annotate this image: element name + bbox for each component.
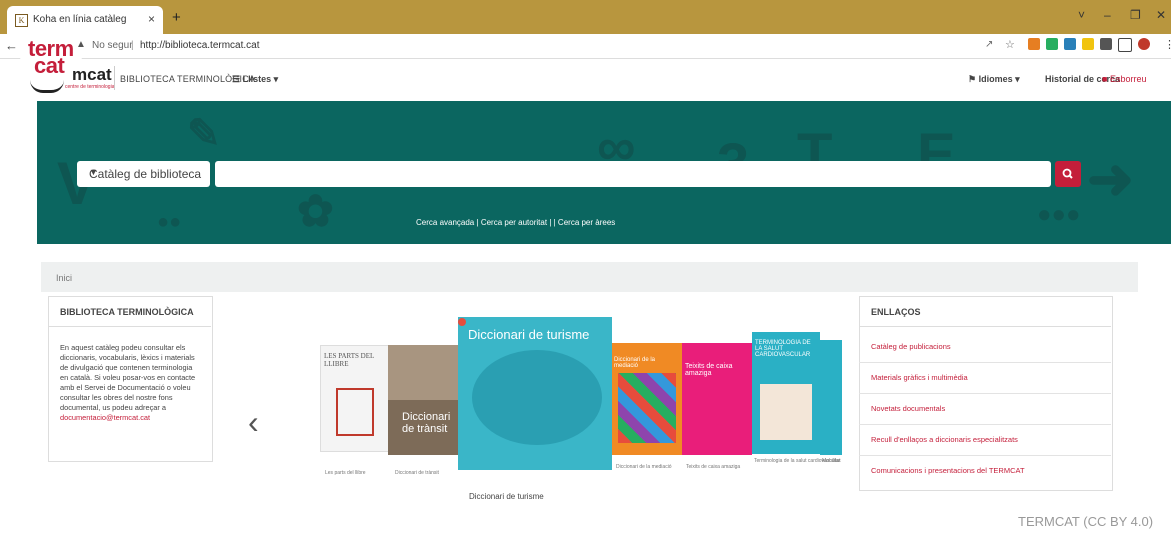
link-multimedia[interactable]: Materials gràfics i multimèdia bbox=[859, 362, 1111, 394]
languages-label: Idiomes bbox=[978, 74, 1013, 84]
book-caption[interactable]: Teixits de caixa amaziga bbox=[686, 464, 740, 470]
email-link[interactable]: documentacio@termcat.cat bbox=[60, 413, 150, 422]
extension-icon[interactable] bbox=[1046, 38, 1058, 50]
book-caption[interactable]: Les parts del llibre bbox=[325, 470, 366, 476]
not-secure-label: No segur bbox=[92, 40, 133, 51]
link-dictionaries[interactable]: Recull d'enllaços a diccionaris especial… bbox=[859, 424, 1111, 456]
book-title: TERMINOLOGIA DE LA SALUT CARDIOVASCULAR bbox=[755, 340, 811, 358]
nav-divider bbox=[114, 66, 115, 90]
menu-icon[interactable]: ⋮ bbox=[1164, 38, 1171, 51]
search-button[interactable] bbox=[1055, 161, 1081, 187]
breadcrumb bbox=[41, 262, 1138, 292]
extension-icon[interactable] bbox=[1028, 38, 1040, 50]
book-cover[interactable]: Teixits de caixa amaziga bbox=[682, 343, 752, 455]
list-icon: ☰ bbox=[232, 74, 241, 84]
book-cover[interactable]: TERMINOLOGIA DE LA SALUT CARDIOVASCULAR bbox=[752, 332, 820, 454]
link-label: Materials gràfics i multimèdia bbox=[871, 373, 968, 382]
maximize-icon[interactable]: ❐ bbox=[1130, 8, 1141, 22]
book-cover[interactable]: LES PARTS DEL LLIBRE bbox=[320, 345, 390, 452]
window-close-icon[interactable]: ✕ bbox=[1156, 8, 1166, 22]
search-links: Cerca avançada | Cerca per autoritat | |… bbox=[416, 218, 615, 227]
back-arrow-icon[interactable]: ← bbox=[5, 38, 18, 53]
url-text[interactable]: http://biblioteca.termcat.cat bbox=[140, 40, 260, 51]
book-title: Diccionari de trànsit bbox=[402, 411, 451, 435]
book-caption[interactable]: Diccionari de trànsit bbox=[395, 470, 439, 476]
extension-icon[interactable] bbox=[1082, 38, 1094, 50]
browser-tab[interactable]: K Koha en línia catàleg × bbox=[7, 6, 163, 34]
link-publications[interactable]: Catàleg de publicacions bbox=[859, 331, 1111, 363]
featured-book-title: Diccionari de turisme bbox=[468, 327, 590, 342]
koha-favicon-icon: K bbox=[15, 14, 28, 27]
link-label: Novetats documentals bbox=[871, 404, 946, 413]
logo-swoosh bbox=[30, 80, 64, 93]
new-tab-button[interactable]: + bbox=[172, 9, 181, 26]
logo-subtitle: centre de terminologia bbox=[65, 84, 115, 90]
authority-search-link[interactable]: Cerca per autoritat bbox=[481, 218, 547, 227]
carousel-prev-button[interactable]: ‹ bbox=[248, 406, 259, 438]
chevron-down-icon: ▾ bbox=[273, 74, 279, 84]
tab-title: Koha en línia catàleg bbox=[33, 14, 127, 25]
link-communications[interactable]: Comunicacions i presentacions del TERMCA… bbox=[859, 455, 1111, 486]
link-separator: | | bbox=[549, 218, 558, 227]
book-cover[interactable]: Diccionari de la mediació bbox=[612, 343, 682, 455]
profile-avatar-icon[interactable] bbox=[1138, 38, 1150, 50]
extension-icon[interactable] bbox=[1064, 38, 1076, 50]
address-separator: | bbox=[131, 40, 134, 51]
lists-menu[interactable]: ☰ Llistes ▾ bbox=[232, 74, 278, 85]
about-text: En aquest catàleg podeu consultar els di… bbox=[60, 343, 196, 412]
tab-close-icon[interactable]: × bbox=[148, 12, 155, 26]
languages-menu[interactable]: ⚑ Idiomes ▾ bbox=[968, 74, 1020, 85]
link-label: Comunicacions i presentacions del TERMCA… bbox=[871, 466, 1025, 475]
areas-search-link[interactable]: Cerca per àrees bbox=[558, 218, 615, 227]
advanced-search-link[interactable]: Cerca avançada bbox=[416, 218, 474, 227]
book-title: LES PARTS DEL LLIBRE bbox=[324, 352, 375, 368]
puzzle-icon[interactable] bbox=[1100, 38, 1112, 50]
sidebar-icon[interactable] bbox=[1118, 38, 1132, 52]
share-icon[interactable]: ↗ bbox=[985, 39, 993, 50]
badge-icon bbox=[458, 318, 466, 326]
book-title: Teixits de caixa amaziga bbox=[685, 363, 733, 377]
link-label: Recull d'enllaços a diccionaris especial… bbox=[871, 435, 1018, 444]
about-panel-title: BIBLIOTECA TERMINOLÒGICA bbox=[60, 307, 194, 317]
chevron-down-icon: ▼ bbox=[89, 167, 98, 177]
featured-book-caption[interactable]: Diccionari de turisme bbox=[469, 492, 544, 501]
catalog-select[interactable]: Catàleg de biblioteca ▼ bbox=[77, 161, 210, 187]
termcat-logo-cat: cat bbox=[34, 53, 65, 78]
link-label: Catàleg de publicacions bbox=[871, 342, 951, 351]
book-caption[interactable]: Diccionari de la mediació bbox=[616, 464, 672, 470]
breadcrumb-home[interactable]: Inici bbox=[56, 273, 72, 283]
book-caption[interactable]: Mobilitat bbox=[822, 458, 841, 464]
minimize-icon[interactable]: – bbox=[1104, 8, 1111, 22]
clear-label: Esborreu bbox=[1109, 74, 1147, 84]
chevron-down-icon: ▾ bbox=[1015, 74, 1020, 84]
site-logo-wordmark[interactable]: mcat bbox=[72, 65, 112, 85]
links-panel-title: ENLLAÇOS bbox=[871, 307, 921, 317]
world-map-illustration bbox=[472, 350, 602, 445]
search-icon bbox=[1062, 168, 1073, 179]
book-cover[interactable] bbox=[820, 340, 842, 455]
trash-icon: ■ bbox=[1102, 74, 1108, 84]
flag-icon: ⚑ bbox=[968, 74, 977, 84]
link-news[interactable]: Novetats documentals bbox=[859, 393, 1111, 425]
credit-text: TERMCAT (CC BY 4.0) bbox=[1018, 514, 1154, 529]
clear-history-link[interactable]: ■ Esborreu bbox=[1102, 74, 1146, 84]
star-icon[interactable]: ☆ bbox=[1005, 38, 1015, 51]
book-title: Diccionari de la mediació bbox=[614, 357, 656, 369]
about-panel-text: En aquest catàleg podeu consultar els di… bbox=[60, 343, 202, 423]
lists-label: Llistes bbox=[242, 74, 272, 84]
book-cover[interactable]: Diccionari de trànsit bbox=[388, 345, 458, 455]
search-input[interactable] bbox=[215, 161, 1051, 187]
tab-search-icon[interactable]: ˅ bbox=[1078, 8, 1085, 22]
